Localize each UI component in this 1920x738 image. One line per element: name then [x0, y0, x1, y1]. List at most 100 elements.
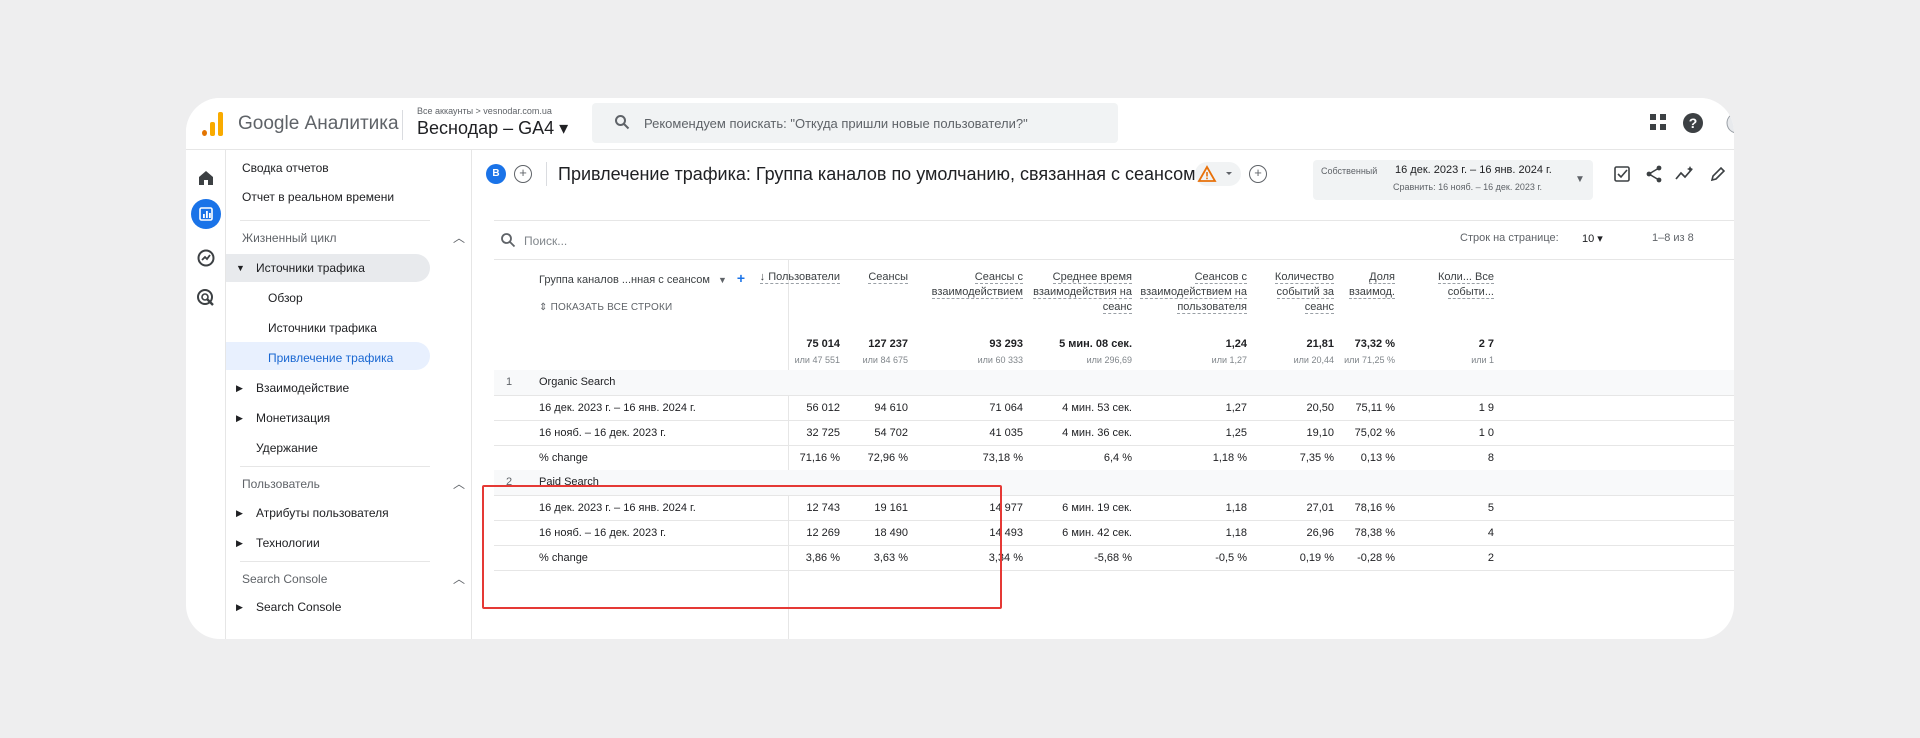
property-selector[interactable]: Веснодар – GA4 ▾: [417, 118, 568, 139]
rows-per-page-select[interactable]: 10 ▾: [1582, 232, 1603, 245]
warning-chip[interactable]: [1195, 162, 1241, 186]
previous-total-value: или 84 675: [862, 355, 908, 365]
caret-right-icon[interactable]: ▶: [236, 508, 243, 519]
column-header[interactable]: Сеансы с взаимодействием: [913, 270, 1023, 300]
column-header[interactable]: Доля взаимод.: [1335, 270, 1395, 300]
table-cell: 1 0: [1478, 427, 1494, 439]
table-cell: 0,19 %: [1299, 552, 1334, 564]
table-cell: 6,4 %: [1103, 452, 1132, 464]
nav-section-lifecycle[interactable]: Жизненный цикл: [242, 231, 336, 245]
column-header[interactable]: ↓ Пользователи: [750, 270, 840, 285]
column-header-label: Количество событий за сеанс: [1274, 271, 1334, 314]
customize-report-icon[interactable]: [1612, 164, 1632, 189]
table-cell: 1,18: [1225, 502, 1247, 514]
highlight-annotation-box: [482, 485, 1002, 609]
nav-item-monetization[interactable]: Монетизация: [256, 411, 330, 425]
table-cell: 71 064: [989, 402, 1023, 414]
global-search[interactable]: Рекомендуем поискать: "Откуда пришли нов…: [592, 103, 1118, 143]
table-cell: 75,02 %: [1354, 427, 1395, 439]
nav-item-retention[interactable]: Удержание: [256, 441, 318, 455]
previous-total-value: или 1: [1471, 355, 1494, 365]
account-breadcrumb[interactable]: Все аккаунты > vesnodar.com.ua: [417, 106, 552, 116]
nav-item-technology[interactable]: Технологии: [256, 536, 320, 550]
unfold-icon: ⇕: [539, 302, 548, 313]
explore-icon[interactable]: [194, 246, 218, 275]
column-header[interactable]: Коли... Все событи...: [1414, 270, 1494, 300]
nav-summary[interactable]: Сводка отчетов: [242, 161, 329, 175]
reports-rail-button[interactable]: [191, 199, 221, 229]
caret-right-icon[interactable]: ▶: [236, 413, 243, 424]
column-header[interactable]: Сеансов с взаимодействием на пользовател…: [1137, 270, 1247, 315]
table-cell: 1,27: [1225, 402, 1247, 414]
date-range-picker[interactable]: Собственный 16 дек. 2023 г. – 16 янв. 20…: [1313, 160, 1593, 200]
table-cell: 27,01: [1306, 502, 1334, 514]
table-cell: 1 9: [1478, 402, 1494, 414]
title-divider: [546, 162, 547, 186]
nav-item-traffic-sources-sub[interactable]: Источники трафика: [268, 321, 377, 335]
total-value: 21,81: [1306, 338, 1334, 350]
caret-right-icon[interactable]: ▶: [236, 602, 243, 613]
account-avatar[interactable]: [1726, 112, 1734, 139]
table-cell: 73,18 %: [982, 452, 1023, 464]
collapse-chevron-icon[interactable]: ︿: [453, 229, 465, 246]
nav-divider: [240, 466, 430, 467]
previous-total-value: или 296,69: [1086, 355, 1132, 365]
previous-total-value: или 47 551: [794, 355, 840, 365]
group-row[interactable]: [494, 370, 1734, 395]
brand-name: Google Аналитика: [238, 113, 399, 134]
table-row-label: 16 нояб. – 16 дек. 2023 г.: [539, 427, 667, 439]
nav-item-traffic-sources[interactable]: Источники трафика: [256, 261, 365, 275]
table-row-label: % change: [539, 452, 588, 464]
column-header[interactable]: Количество событий за сеанс: [1254, 270, 1334, 315]
header-divider: [402, 110, 403, 140]
show-all-rows-label: ПОКАЗАТЬ ВСЕ СТРОКИ: [550, 302, 673, 313]
add-dimension-icon[interactable]: +: [737, 270, 745, 286]
column-header[interactable]: Сеансы: [844, 270, 908, 285]
collapse-chevron-icon[interactable]: ︿: [453, 570, 465, 587]
add-comparison-icon[interactable]: +: [514, 165, 532, 183]
date-type-label: Собственный: [1321, 166, 1378, 176]
table-cell: 20,50: [1306, 402, 1334, 414]
nav-item-engagement[interactable]: Взаимодействие: [256, 381, 349, 395]
nav-realtime[interactable]: Отчет в реальном времени: [242, 190, 394, 204]
table-cell: 1,25: [1225, 427, 1247, 439]
report-main: B + Привлечение трафика: Группа каналов …: [472, 150, 1734, 639]
warning-icon: [1197, 165, 1232, 182]
table-cell: 4 мин. 36 сек.: [1062, 427, 1132, 439]
apps-grid-icon[interactable]: [1648, 112, 1668, 137]
dimension-dropdown-icon[interactable]: ▼: [718, 275, 727, 285]
advertising-icon[interactable]: [194, 286, 218, 315]
collapse-chevron-icon[interactable]: ︿: [453, 475, 465, 492]
page-title: Привлечение трафика: Группа каналов по у…: [558, 164, 1196, 184]
nav-item-overview[interactable]: Обзор: [268, 291, 303, 305]
nav-item-search-console[interactable]: Search Console: [256, 600, 341, 614]
column-header-label: Сеансы: [868, 271, 908, 284]
table-cell: 6 мин. 42 сек.: [1062, 527, 1132, 539]
nav-section-user[interactable]: Пользователь: [242, 477, 320, 491]
table-cell: -0,28 %: [1357, 552, 1395, 564]
previous-total-value: или 1,27: [1211, 355, 1247, 365]
add-filter-icon[interactable]: +: [1249, 165, 1267, 183]
previous-total-value: или 20,44: [1293, 355, 1334, 365]
table-cell: 72,96 %: [867, 452, 908, 464]
help-icon[interactable]: ?: [1682, 112, 1704, 139]
share-icon[interactable]: [1644, 164, 1664, 189]
nav-section-search-console[interactable]: Search Console: [242, 572, 327, 586]
nav-item-user-attributes[interactable]: Атрибуты пользователя: [256, 506, 389, 520]
dimension-header[interactable]: Группа каналов ...нная с сеансом ▼ +: [539, 270, 745, 286]
caret-right-icon[interactable]: ▶: [236, 383, 243, 394]
home-icon[interactable]: [194, 166, 218, 195]
analytics-logo-icon[interactable]: [202, 112, 226, 136]
comparison-badge[interactable]: B: [486, 164, 506, 184]
row-divider: [494, 445, 1734, 446]
table-search[interactable]: Поиск...: [500, 232, 567, 253]
edit-pencil-icon[interactable]: [1708, 164, 1728, 189]
column-header[interactable]: Среднее время взаимодействия на сеанс: [1032, 270, 1132, 315]
nav-item-traffic-acquisition[interactable]: Привлечение трафика: [268, 351, 393, 365]
caret-down-icon[interactable]: ▼: [236, 263, 245, 273]
table-cell: 75,11 %: [1355, 402, 1395, 414]
insights-icon[interactable]: [1674, 164, 1696, 189]
table-cell: 41 035: [989, 427, 1023, 439]
caret-right-icon[interactable]: ▶: [236, 538, 243, 549]
show-all-rows-button[interactable]: ⇕ ПОКАЗАТЬ ВСЕ СТРОКИ: [539, 302, 672, 313]
